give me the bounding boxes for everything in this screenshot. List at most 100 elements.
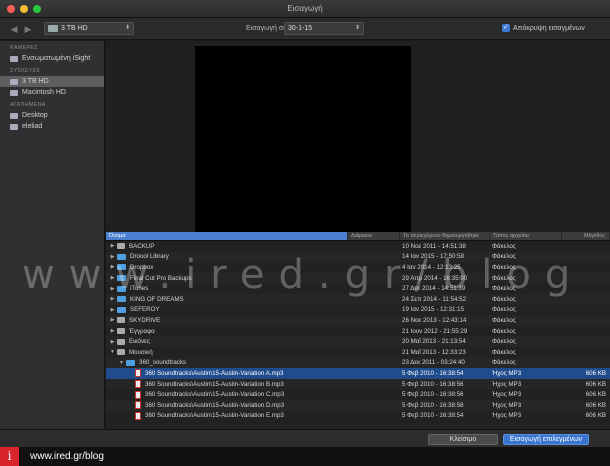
sidebar-item[interactable]: Ενσωματωμένη iSight <box>0 53 104 64</box>
table-row[interactable]: 360 Soundtracks\Austin\15-Austin-Variati… <box>106 399 610 411</box>
file-name: BACKUP <box>129 242 155 250</box>
type-cell: Φάκελος <box>492 253 516 261</box>
size-cell: 606 KB <box>585 412 606 420</box>
type-cell: Φάκελος <box>492 348 516 356</box>
table-row[interactable]: ▶ Final Cut Pro Backups 29 Απρ 2014 - 16:3… <box>106 272 610 284</box>
table-row[interactable]: ▶ Εικόνες 20 Μαΐ 2013 - 21:13:54 Φάκελος <box>106 336 610 347</box>
disclosure-right-icon[interactable]: ▶ <box>108 254 117 260</box>
home-icon <box>10 123 18 130</box>
disclosure-right-icon[interactable]: ▶ <box>108 339 117 345</box>
type-cell: Ήχος MP3 <box>492 412 522 420</box>
footer-url: www.ired.gr/blog <box>30 451 104 462</box>
table-row[interactable]: ▶ SEFEROY 19 Ιαν 2015 - 12:31:15 Φάκελος <box>106 305 610 316</box>
close-button[interactable]: Κλείσιμο <box>428 434 498 445</box>
type-cell: Φάκελος <box>492 242 516 250</box>
sidebar-section-title: ΣΥΣΚΕΥΕΣ <box>10 68 41 74</box>
disclosure-right-icon[interactable]: ▶ <box>108 317 117 323</box>
special-folder-icon <box>117 328 125 335</box>
file-name: 360 Soundtracks\Austin\15-Austin-Variati… <box>145 412 284 420</box>
sidebar-item[interactable]: Desktop <box>0 110 104 121</box>
name-cell: 360 Soundtracks\Austin\15-Austin-Variati… <box>106 411 348 420</box>
disclosure-right-icon[interactable]: ▶ <box>108 275 117 281</box>
location-popup[interactable]: 3 TB HD ⬍ <box>44 22 134 35</box>
created-cell: 5 Φεβ 2010 - 16:38:56 <box>402 380 464 388</box>
type-cell: Ήχος MP3 <box>492 391 522 399</box>
file-name: 360 Soundtracks\Austin\15-Austin-Variati… <box>145 391 285 399</box>
name-cell: ▶ Έγγραφα <box>106 328 348 335</box>
table-row[interactable]: 360 Soundtracks\Austin\15-Austin-Variati… <box>106 411 610 422</box>
folder-icon <box>117 275 126 282</box>
column-size[interactable]: Μέγεθος <box>562 232 610 240</box>
table-row[interactable]: ▶ Έγγραφα 21 Ιουν 2012 - 21:55:29 Φάκελος <box>106 326 610 337</box>
name-cell: 360 Soundtracks\Austin\15-Austin-Variati… <box>106 401 348 410</box>
file-name: Εικόνες <box>129 338 150 346</box>
sidebar-section-title: ΑΓΑΠΗΜΕΝΑ <box>10 102 46 108</box>
type-cell: Φάκελος <box>492 274 516 282</box>
size-cell: 606 KB <box>585 391 606 399</box>
import-to-select[interactable]: 30-1-15 ⬍ <box>284 22 364 35</box>
created-cell: 14 Ιαν 2015 - 17:50:58 <box>402 253 465 261</box>
table-row[interactable]: 360 Soundtracks\Austin\15-Austin-Variati… <box>106 378 610 390</box>
table-row[interactable]: ▶ Droool Library 14 Ιαν 2015 - 17:50:58 Φάκ… <box>106 251 610 263</box>
name-cell: ▶ KING OF DREAMS <box>106 296 348 303</box>
table-row[interactable]: ▶ SKYDRIVE 26 Νοε 2013 - 12:43:14 Φάκελος <box>106 315 610 326</box>
audio-file-icon <box>135 380 141 389</box>
file-name: Μουσική <box>129 348 153 356</box>
file-name: Final Cut Pro Backups <box>130 274 192 282</box>
disclosure-right-icon[interactable]: ▶ <box>108 307 117 313</box>
disclosure-right-icon[interactable]: ▶ <box>108 243 117 249</box>
name-cell: ▶ SKYDRIVE <box>106 317 348 324</box>
sidebar-item[interactable]: eleliad <box>0 121 104 132</box>
file-name: KING OF DREAMS <box>130 295 184 303</box>
created-cell: 5 Φεβ 2010 - 16:38:56 <box>402 391 464 399</box>
window-title: Εισαγωγή <box>287 4 323 13</box>
created-cell: 24 Σεπ 2014 - 11:54:52 <box>402 295 467 303</box>
table-row[interactable]: ▶ iTunes 27 Δεκ 2014 - 14:51:39 Φάκελος <box>106 283 610 294</box>
disclosure-right-icon[interactable]: ▶ <box>108 328 117 334</box>
table-row[interactable]: 360 Soundtracks\Austin\15-Austin-Variati… <box>106 389 610 400</box>
disclosure-right-icon[interactable]: ▶ <box>108 296 117 302</box>
disclosure-right-icon[interactable]: ▶ <box>108 264 117 270</box>
created-cell: 10 Νοε 2011 - 14:51:38 <box>402 242 466 250</box>
column-created[interactable]: Το περιεχόμενο δημιουργήθηκε <box>400 232 490 240</box>
hide-imported-checkbox[interactable]: ✓ Απόκρυψη εισαγμένων <box>502 24 585 32</box>
audio-file-icon <box>135 401 141 410</box>
file-list[interactable]: Όνομα Διάρκεια Το περιεχόμενο δημιουργήθ… <box>106 232 610 429</box>
column-type[interactable]: Τύπος αρχείου <box>490 232 562 240</box>
table-row[interactable]: 360 Soundtracks\Austin\15-Austin-Variati… <box>106 368 610 379</box>
import-to-label: Εισαγωγή σε: <box>246 25 289 32</box>
sidebar-section-title: ΚΑΜΕΡΕΣ <box>10 45 38 51</box>
folder-icon <box>117 253 126 260</box>
folder-icon <box>126 359 135 366</box>
hide-imported-label: Απόκρυψη εισαγμένων <box>513 24 585 32</box>
file-name: SKYDRIVE <box>129 316 161 324</box>
column-duration[interactable]: Διάρκεια <box>348 232 400 240</box>
table-row[interactable]: ▶ BACKUP 10 Νοε 2011 - 14:51:38 Φάκελος <box>106 241 610 252</box>
special-folder-icon <box>117 349 125 356</box>
file-name: 360 Soundtracks\Austin\15-Austin-Variati… <box>145 401 285 409</box>
disclosure-right-icon[interactable]: ▶ <box>108 286 117 292</box>
audio-file-icon <box>135 369 141 378</box>
sidebar-item[interactable]: 3 TB HD <box>0 76 104 87</box>
drive-icon <box>10 78 18 85</box>
import-selected-button[interactable]: Εισαγωγή επιλεγμένων <box>503 434 589 445</box>
file-rows: ▶ BACKUP 10 Νοε 2011 - 14:51:38 Φάκελος ▶ Dro… <box>106 241 610 421</box>
created-cell: 19 Ιαν 2015 - 12:31:15 <box>402 306 465 314</box>
forward-arrow-icon[interactable]: ▶ <box>22 23 34 35</box>
chevron-updown-icon: ⬍ <box>124 25 130 31</box>
drive-icon <box>117 243 125 250</box>
column-name[interactable]: Όνομα <box>106 232 348 240</box>
folder-icon <box>117 296 126 303</box>
sidebar-item[interactable]: Macintosh HD <box>0 87 104 98</box>
table-row[interactable]: ▼ 360_soundtracks 23 Δεκ 2011 - 03:24:40 Φά… <box>106 357 610 369</box>
name-cell: ▼ Μουσική <box>106 349 348 356</box>
sidebar: ΚΑΜΕΡΕΣ Ενσωματωμένη iSight ΣΥΣΚΕΥΕΣ 3 TB H… <box>0 41 105 429</box>
name-cell: ▼ 360_soundtracks <box>106 359 348 366</box>
table-row[interactable]: ▼ Μουσική 21 Μαΐ 2013 - 12:33:23 Φάκελος <box>106 347 610 358</box>
table-row[interactable]: ▶ KING OF DREAMS 24 Σεπ 2014 - 11:54:52 Φάκ… <box>106 293 610 305</box>
table-row[interactable]: ▶ Dropbox 4 Ιαν 2014 - 12:13:25 Φάκελος <box>106 262 610 273</box>
back-arrow-icon[interactable]: ◀ <box>8 23 20 35</box>
type-cell: Φάκελος <box>492 306 516 314</box>
disclosure-down-icon[interactable]: ▼ <box>108 349 117 355</box>
disclosure-down-icon[interactable]: ▼ <box>117 360 126 366</box>
